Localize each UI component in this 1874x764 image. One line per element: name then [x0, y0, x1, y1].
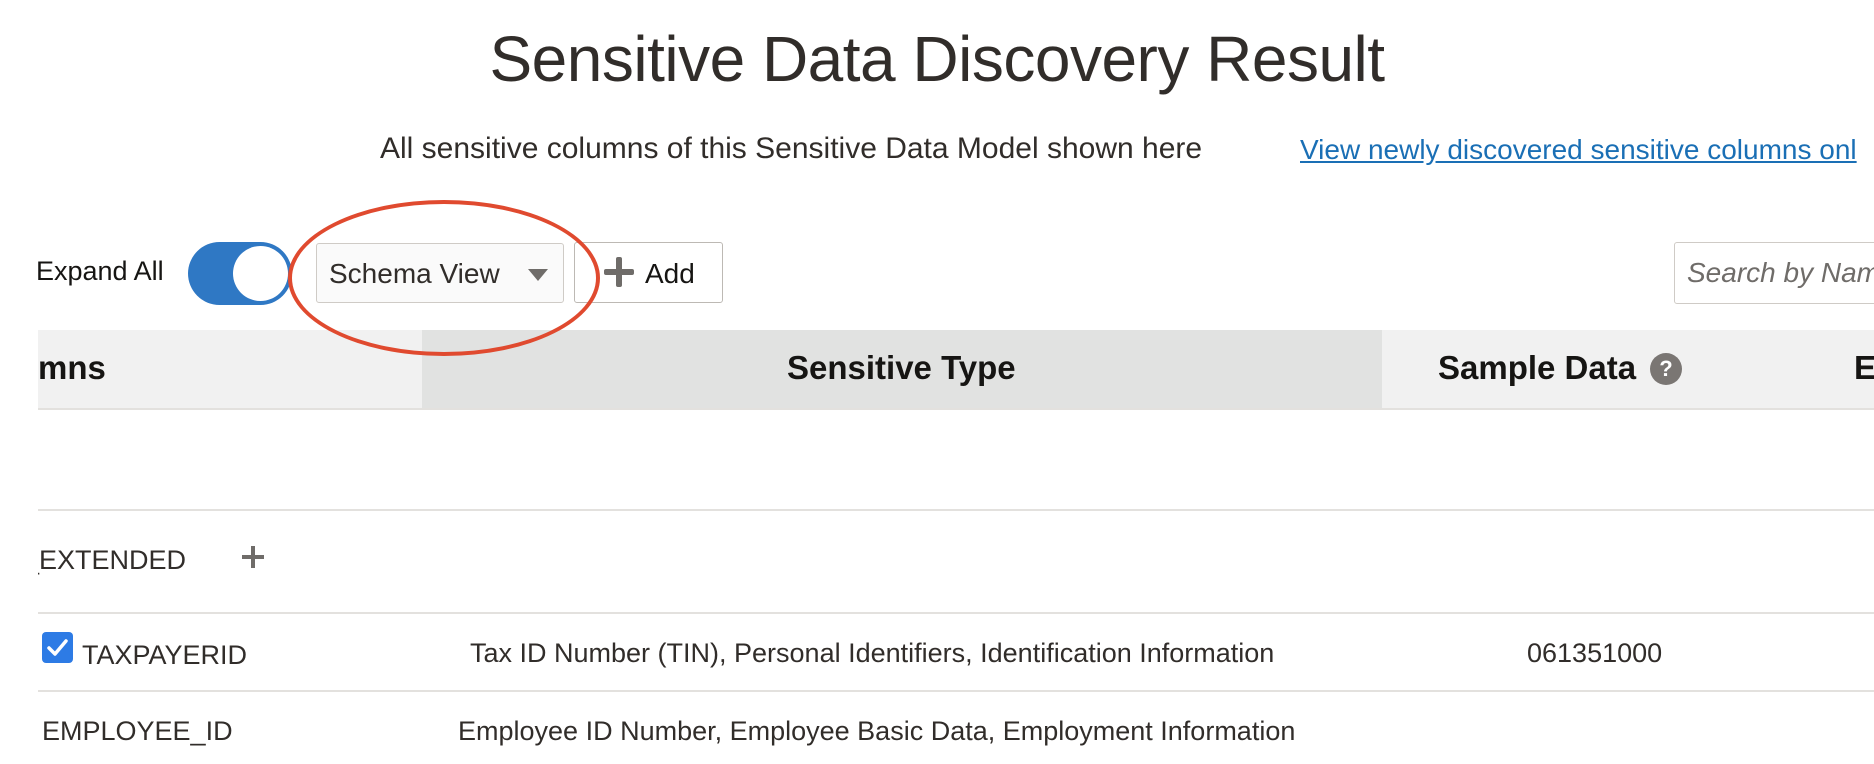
column-header-sensitive-type[interactable]: Sensitive Type [787, 349, 1016, 387]
plus-icon [601, 254, 637, 290]
expand-all-toggle[interactable] [188, 242, 292, 305]
add-row-icon[interactable] [240, 544, 266, 570]
view-select[interactable]: Schema View [316, 243, 564, 303]
column-name: EMPLOYEE_ID [42, 716, 233, 746]
divider [38, 690, 1874, 692]
expand-all-label: Expand All [36, 256, 164, 286]
view-new-columns-link[interactable]: View newly discovered sensitive columns … [1300, 134, 1857, 166]
help-icon[interactable]: ? [1650, 353, 1682, 385]
viewport-clip [0, 0, 38, 764]
divider [38, 612, 1874, 614]
page-subtitle: All sensitive columns of this Sensitive … [380, 132, 1203, 165]
column-header-extra[interactable]: E [1854, 349, 1874, 387]
add-button[interactable]: Add [574, 242, 723, 303]
divider [38, 408, 1874, 410]
column-header-sample-data[interactable]: Sample Data [1438, 349, 1636, 387]
search-input[interactable] [1675, 243, 1874, 303]
add-button-label: Add [645, 258, 695, 289]
view-select-value: Schema View [329, 258, 500, 289]
row-checkbox[interactable] [42, 632, 73, 663]
checkmark-icon [47, 639, 68, 656]
sensitive-type-cell: Tax ID Number (TIN), Personal Identifier… [470, 638, 1275, 668]
caret-down-icon [528, 269, 548, 281]
toggle-knob [233, 246, 288, 301]
column-name: TAXPAYERID [82, 640, 248, 670]
search-box[interactable] [1674, 242, 1874, 304]
sample-data-cell: 061351000 [1527, 638, 1663, 668]
column-header-columns[interactable]: mns [38, 349, 106, 387]
sensitive-type-cell: Employee ID Number, Employee Basic Data,… [458, 716, 1296, 746]
page-title: Sensitive Data Discovery Result [489, 23, 1385, 95]
table-row-schema: _EXTENDED [24, 545, 187, 575]
divider [38, 509, 1874, 511]
